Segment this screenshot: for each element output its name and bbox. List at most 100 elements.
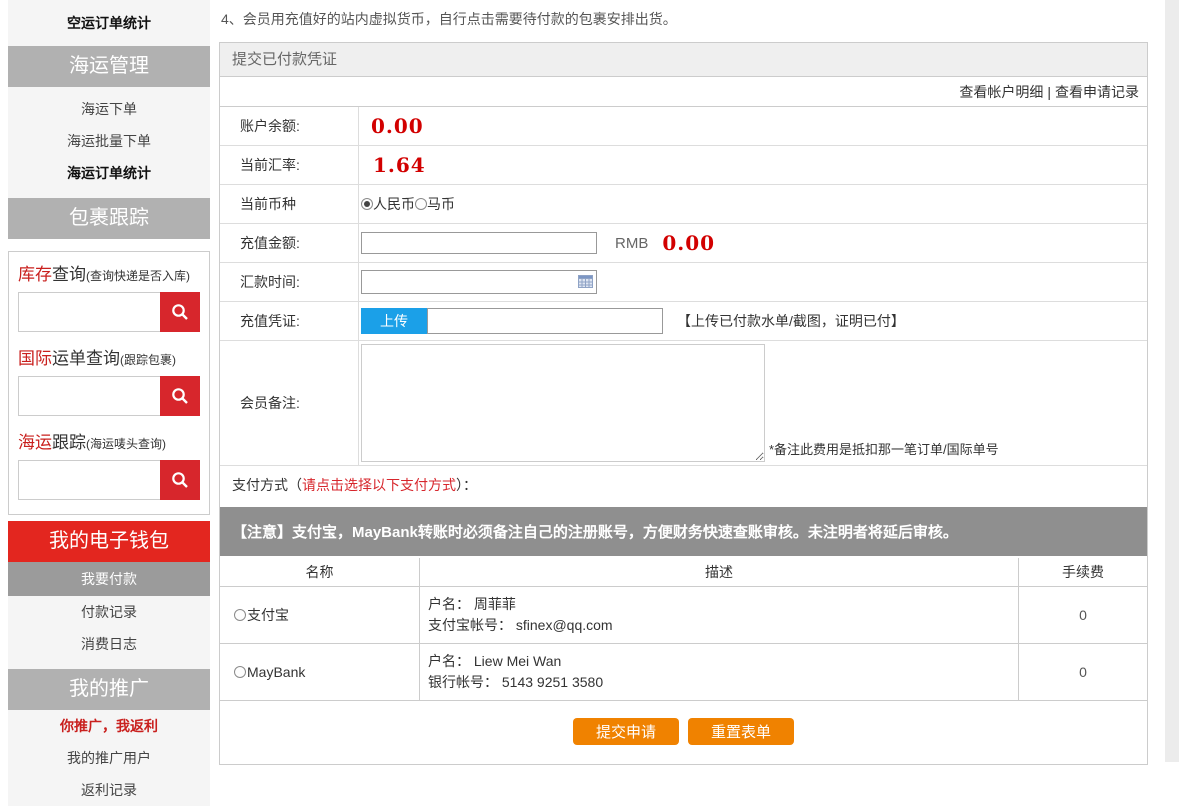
sea-tracking-search-title-note: (海运唛头查询) [86,437,166,451]
header-name: 名称 [220,558,420,586]
stock-search-input[interactable] [18,292,160,332]
maybank-account-holder: 户名： Liew Mei Wan [428,651,1018,672]
stock-search-title-accent: 库存 [18,265,52,284]
sidebar-search-panel: 库存查询(查询快递是否入库) 国际运单查询(跟踪包裹) 海运跟踪(海运唛头查询) [8,251,210,515]
payment-row-maybank[interactable]: MayBank 户名： Liew Mei Wan 银行帐号： 5143 9251… [220,644,1147,701]
sidebar-item-i-want-to-pay[interactable]: 我要付款 [8,562,210,596]
intl-waybill-search-title-accent: 国际 [18,349,52,368]
currency-rmb-radio[interactable] [361,198,373,210]
payment-method-accent: 请点击选择以下支付方式 [302,477,456,493]
page-right-gutter [1165,0,1179,762]
header-fee: 手续费 [1019,558,1147,586]
remittance-time-row: 汇款时间: [220,263,1147,302]
sidebar-item-consumption-log[interactable]: 消费日志 [8,628,210,660]
submit-application-button[interactable]: 提交申请 [573,718,679,745]
balance-row: 账户余额: 0.00 [220,107,1147,146]
payment-method-suffix: ）： [456,477,477,493]
currency-myr-radio[interactable] [415,198,427,210]
remittance-time-input[interactable] [361,270,597,294]
stock-search-button[interactable] [160,292,200,332]
remittance-time-label: 汇款时间: [220,263,359,301]
voucher-hint: 【上传已付款水单/截图，证明已付】 [677,311,905,331]
payment-row-alipay[interactable]: 支付宝 户名： 周菲菲 支付宝帐号： sfinex@qq.com 0 [220,587,1147,644]
calendar-icon[interactable] [578,275,593,288]
stock-search-title-rest: 查询 [52,265,86,284]
sea-tracking-search-button[interactable] [160,460,200,500]
payment-method-prefix: 支付方式（ [232,477,302,493]
alipay-account-number: 支付宝帐号： sfinex@qq.com [428,615,1018,636]
panel-title: 提交已付款凭证 [220,43,1147,77]
alipay-account-holder: 户名： 周菲菲 [428,594,1018,615]
intl-waybill-search-title: 国际运单查询(跟踪包裹) [18,344,200,369]
sidebar-header-package-tracking[interactable]: 包裹跟踪 [8,198,210,239]
sea-tracking-search-input[interactable] [18,460,160,500]
sidebar-item-sea-batch-order[interactable]: 海运批量下单 [8,125,210,157]
intl-waybill-search-input[interactable] [18,376,160,416]
exchange-rate-value: 1.64 [373,153,426,177]
sea-tracking-search-title: 海运跟踪(海运唛头查询) [18,428,200,453]
alipay-radio[interactable] [234,609,246,621]
member-remark-label: 会员备注: [220,341,359,465]
sidebar-item-promote-rebate[interactable]: 你推广，我返利 [8,710,210,742]
upload-button[interactable]: 上传 [361,308,427,334]
sidebar-gap [8,189,210,198]
voucher-filename-input[interactable] [427,308,663,334]
sea-tracking-search-title-accent: 海运 [18,433,52,452]
sidebar-item-rebate-records[interactable]: 返利记录 [8,774,210,806]
view-apply-records-link[interactable]: 查看申请记录 [1055,84,1139,100]
payment-table-header: 名称 描述 手续费 [220,558,1147,587]
link-separator: | [1047,84,1051,100]
recharge-amount-label: 充值金额: [220,224,359,262]
maybank-radio[interactable] [234,666,246,678]
recharge-amount-row: 充值金额: RMB 0.00 [220,224,1147,263]
sidebar-header-my-promotion[interactable]: 我的推广 [8,669,210,710]
sidebar-item-air-order-stats[interactable]: 空运订单统计 [8,0,210,46]
sidebar-header-my-ewallet[interactable]: 我的电子钱包 [8,521,210,562]
currency-rmb-label[interactable]: 人民币 [373,194,415,214]
sidebar-item-my-promotion-users[interactable]: 我的推广用户 [8,742,210,774]
intl-waybill-search-button[interactable] [160,376,200,416]
alipay-name: 支付宝 [247,605,289,625]
maybank-account-number: 银行帐号： 5143 9251 3580 [428,672,1018,693]
search-icon [170,470,190,490]
payment-method-row: 支付方式（请点击选择以下支付方式）： [220,466,1147,505]
intl-waybill-search-title-note: (跟踪包裹) [120,353,176,367]
links-row: 查看帐户明细|查看申请记录 [220,77,1147,107]
header-desc: 描述 [420,558,1019,586]
view-account-detail-link[interactable]: 查看帐户明细 [959,84,1043,100]
sidebar-item-payment-records[interactable]: 付款记录 [8,596,210,628]
sidebar-item-sea-order-stats[interactable]: 海运订单统计 [8,157,210,189]
search-icon [170,386,190,406]
submit-payment-voucher-panel: 提交已付款凭证 查看帐户明细|查看申请记录 账户余额: 0.00 当前汇率: 1… [219,42,1148,765]
search-icon [170,302,190,322]
sidebar-gap [8,660,210,669]
voucher-row: 充值凭证: 上传 【上传已付款水单/截图，证明已付】 [220,302,1147,341]
balance-label: 账户余额: [220,107,359,145]
form-actions: 提交申请 重置表单 [220,701,1147,764]
instruction-text: 4、会员用充值好的站内虚拟货币，自行点击需要待付款的包裹安排出货。 [219,0,1148,42]
member-remark-row: 会员备注: *备注此费用是抵扣那一笔订单/国际单号 [220,341,1147,466]
converted-amount-value: 0.00 [662,231,715,255]
voucher-label: 充值凭证: [220,302,359,340]
main-content: 4、会员用充值好的站内虚拟货币，自行点击需要待付款的包裹安排出货。 提交已付款凭… [219,0,1148,765]
maybank-name: MayBank [247,664,305,680]
exchange-rate-label: 当前汇率: [220,146,359,184]
stock-search-title: 库存查询(查询快递是否入库) [18,260,200,285]
currency-row: 当前币种 人民币马币 [220,185,1147,224]
currency-myr-label[interactable]: 马币 [427,194,455,214]
currency-label: 当前币种 [220,185,359,223]
reset-form-button[interactable]: 重置表单 [688,718,794,745]
payment-methods-table: 名称 描述 手续费 支付宝 户名： 周菲菲 支付宝帐号： sfinex@qq.c… [220,558,1147,701]
remark-note: *备注此费用是抵扣那一笔订单/国际单号 [769,439,999,458]
recharge-amount-input[interactable] [361,232,597,254]
exchange-rate-row: 当前汇率: 1.64 [220,146,1147,185]
balance-value: 0.00 [371,114,424,138]
rmb-unit-label: RMB [615,235,648,252]
alipay-fee: 0 [1019,587,1147,643]
member-remark-textarea[interactable] [361,344,765,462]
sidebar-header-sea-management[interactable]: 海运管理 [8,46,210,87]
sidebar-item-sea-order[interactable]: 海运下单 [8,87,210,125]
sea-tracking-search-title-rest: 跟踪 [52,433,86,452]
stock-search-title-note: (查询快递是否入库) [86,269,190,283]
maybank-fee: 0 [1019,644,1147,700]
